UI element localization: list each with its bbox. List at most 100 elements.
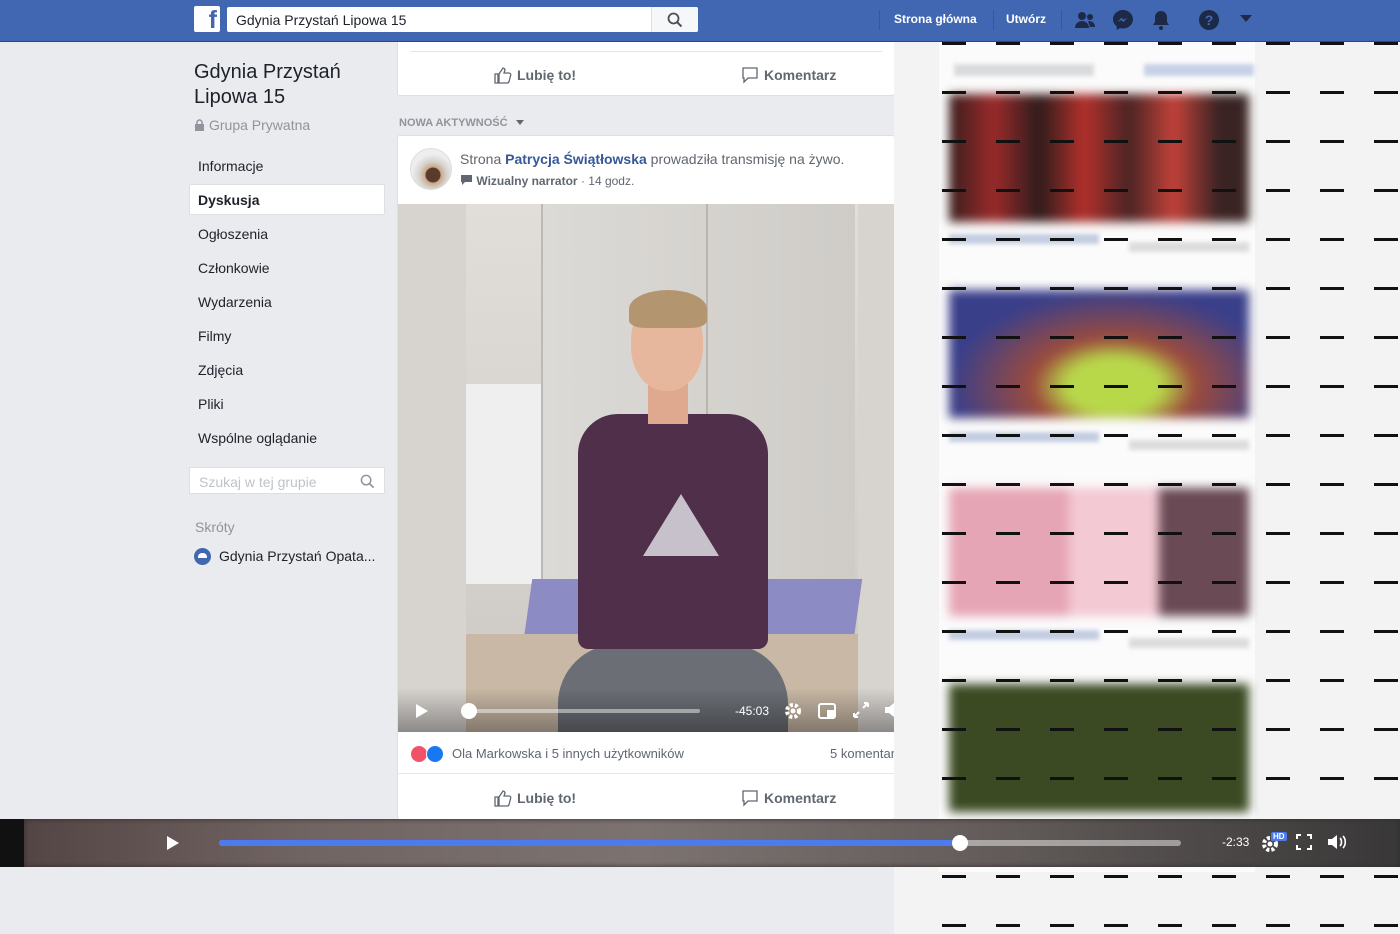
comment-button[interactable]: Komentarz: [741, 66, 836, 84]
blurred-suggestions-panel: [939, 42, 1255, 872]
post-author-link[interactable]: Patrycja Świątłowska: [505, 151, 647, 167]
post-actions: Lubię to! Komentarz: [398, 52, 894, 96]
volume-icon[interactable]: [1327, 833, 1349, 851]
sidebar-item-pliki[interactable]: Pliki: [189, 388, 385, 422]
thumbs-up-icon: [494, 790, 512, 807]
new-activity-sort[interactable]: NOWA AKTYWNOŚĆ: [399, 117, 524, 129]
video-remaining-time: -45:03: [735, 704, 770, 718]
picture-in-picture-icon[interactable]: [817, 701, 837, 721]
blurred-thumbnail: [949, 488, 1249, 616]
bottom-video-player-bar: -2:33 HD: [0, 819, 1400, 867]
new-activity-label: NOWA AKTYWNOŚĆ: [399, 117, 508, 129]
video-frame-hair: [629, 290, 707, 328]
video-player[interactable]: -45:03: [398, 204, 894, 732]
play-icon[interactable]: [167, 836, 179, 850]
comments-count[interactable]: 5 komentarzy: [830, 746, 894, 761]
nav-home-link[interactable]: Strona główna: [894, 12, 977, 26]
bottom-progress-track[interactable]: [219, 840, 1181, 846]
post-source-link[interactable]: Wizualny narrator: [476, 174, 577, 188]
like-button[interactable]: Lubię to!: [494, 789, 576, 807]
live-video-post: Strona Patrycja Świątłowska prowadziła t…: [397, 135, 895, 820]
shortcut-label: Gdynia Przystań Opata...: [219, 548, 376, 564]
bottom-progress-fill: [219, 840, 960, 846]
video-controls: -45:03: [398, 688, 894, 732]
group-search-placeholder: Szukaj w tej grupie: [199, 474, 317, 490]
post-actions: Lubię to! Komentarz: [398, 776, 894, 819]
blurred-caption: [1129, 638, 1249, 648]
facebook-logo-icon[interactable]: f: [194, 6, 220, 34]
video-frame-shelf: [466, 384, 541, 584]
lock-icon: [195, 119, 204, 131]
blurred-right-column: [894, 42, 1400, 934]
help-icon[interactable]: ?: [1197, 8, 1221, 32]
previous-post-card: Lubię to! Komentarz: [397, 42, 895, 96]
post-action-text: prowadziła transmisję na żywo.: [650, 151, 845, 167]
notifications-bell-icon[interactable]: [1149, 8, 1173, 32]
bottom-progress-handle[interactable]: [951, 835, 968, 851]
settings-gear-icon[interactable]: [783, 701, 803, 721]
blurred-caption: [1129, 440, 1249, 450]
friend-requests-icon[interactable]: [1073, 8, 1097, 32]
blurred-thumbnail: [949, 94, 1249, 222]
group-side-navigation: Informacje Dyskusja Ogłoszenia Członkowi…: [189, 150, 385, 456]
sidebar-item-czlonkowie[interactable]: Członkowie: [189, 252, 385, 286]
post-header: Strona Patrycja Świątłowska prowadziła t…: [460, 151, 844, 167]
chevron-down-icon: [515, 120, 524, 125]
post-header-prefix: Strona: [460, 151, 502, 167]
sidebar-item-wydarzenia[interactable]: Wydarzenia: [189, 286, 385, 320]
post-timestamp[interactable]: · 14 godz.: [581, 174, 634, 188]
search-icon[interactable]: [360, 474, 375, 489]
reactions-summary[interactable]: Ola Markowska i 5 innych użytkowników 5 …: [398, 734, 894, 774]
global-search-input[interactable]: Gdynia Przystań Lipowa 15: [227, 7, 698, 32]
blurred-caption: [949, 234, 1099, 244]
sidebar-item-ogloszenia[interactable]: Ogłoszenia: [189, 218, 385, 252]
comment-button[interactable]: Komentarz: [741, 789, 836, 807]
play-icon[interactable]: [416, 704, 428, 718]
search-button[interactable]: [651, 7, 698, 32]
group-privacy-label: Grupa Prywatna: [209, 117, 311, 133]
blurred-caption: [949, 432, 1099, 442]
group-search-input[interactable]: Szukaj w tej grupie: [189, 467, 385, 494]
blurred-thumbnail: [949, 290, 1249, 418]
messenger-icon[interactable]: [1111, 8, 1135, 32]
blurred-thumbnail: [949, 684, 1249, 812]
avatar[interactable]: [410, 148, 452, 190]
blurred-link: [1144, 64, 1254, 76]
like-button[interactable]: Lubię to!: [494, 66, 576, 84]
group-privacy: Grupa Prywatna: [194, 117, 310, 133]
video-progress-track[interactable]: [468, 709, 700, 713]
group-icon: [194, 548, 211, 565]
blurred-heading: [954, 64, 1094, 76]
reactions-names[interactable]: Ola Markowska i 5 innych użytkowników: [452, 746, 684, 761]
shortcuts-heading: Skróty: [195, 519, 235, 535]
video-progress-handle[interactable]: [461, 703, 477, 719]
shortcut-group-link[interactable]: Gdynia Przystań Opata...: [194, 548, 375, 565]
nav-create-link[interactable]: Utwórz: [1006, 12, 1046, 26]
blurred-caption: [949, 630, 1099, 640]
top-navigation-bar: f Gdynia Przystań Lipowa 15 Strona główn…: [0, 0, 1400, 42]
comment-icon: [742, 790, 758, 807]
post-meta: Wizualny narrator · 14 godz.: [460, 174, 634, 188]
sidebar-item-wspolne-ogladanie[interactable]: Wspólne oglądanie: [189, 422, 385, 456]
group-title[interactable]: Gdynia Przystań Lipowa 15: [194, 60, 394, 110]
sidebar-item-zdjecia[interactable]: Zdjęcia: [189, 354, 385, 388]
sidebar-item-filmy[interactable]: Filmy: [189, 320, 385, 354]
volume-icon[interactable]: [884, 701, 894, 719]
svg-text:?: ?: [1205, 12, 1214, 28]
hd-badge: HD: [1271, 832, 1287, 841]
like-reaction-icon: [426, 745, 444, 763]
nav-separator: [993, 10, 994, 30]
bottom-remaining-time: -2:33: [1222, 835, 1250, 849]
search-icon: [667, 12, 683, 28]
fullscreen-icon[interactable]: [852, 701, 870, 719]
blurred-caption: [1129, 242, 1249, 252]
chat-bubble-icon: [461, 175, 472, 185]
account-menu-chevron-icon[interactable]: [1240, 14, 1252, 24]
sidebar-item-informacje[interactable]: Informacje: [189, 150, 385, 184]
search-value: Gdynia Przystań Lipowa 15: [236, 12, 407, 28]
fullscreen-icon[interactable]: [1296, 834, 1312, 850]
bottom-bar-edge: [0, 819, 24, 867]
video-frame-logo: [643, 494, 719, 556]
comment-icon: [742, 67, 758, 84]
sidebar-item-dyskusja[interactable]: Dyskusja: [189, 184, 385, 215]
